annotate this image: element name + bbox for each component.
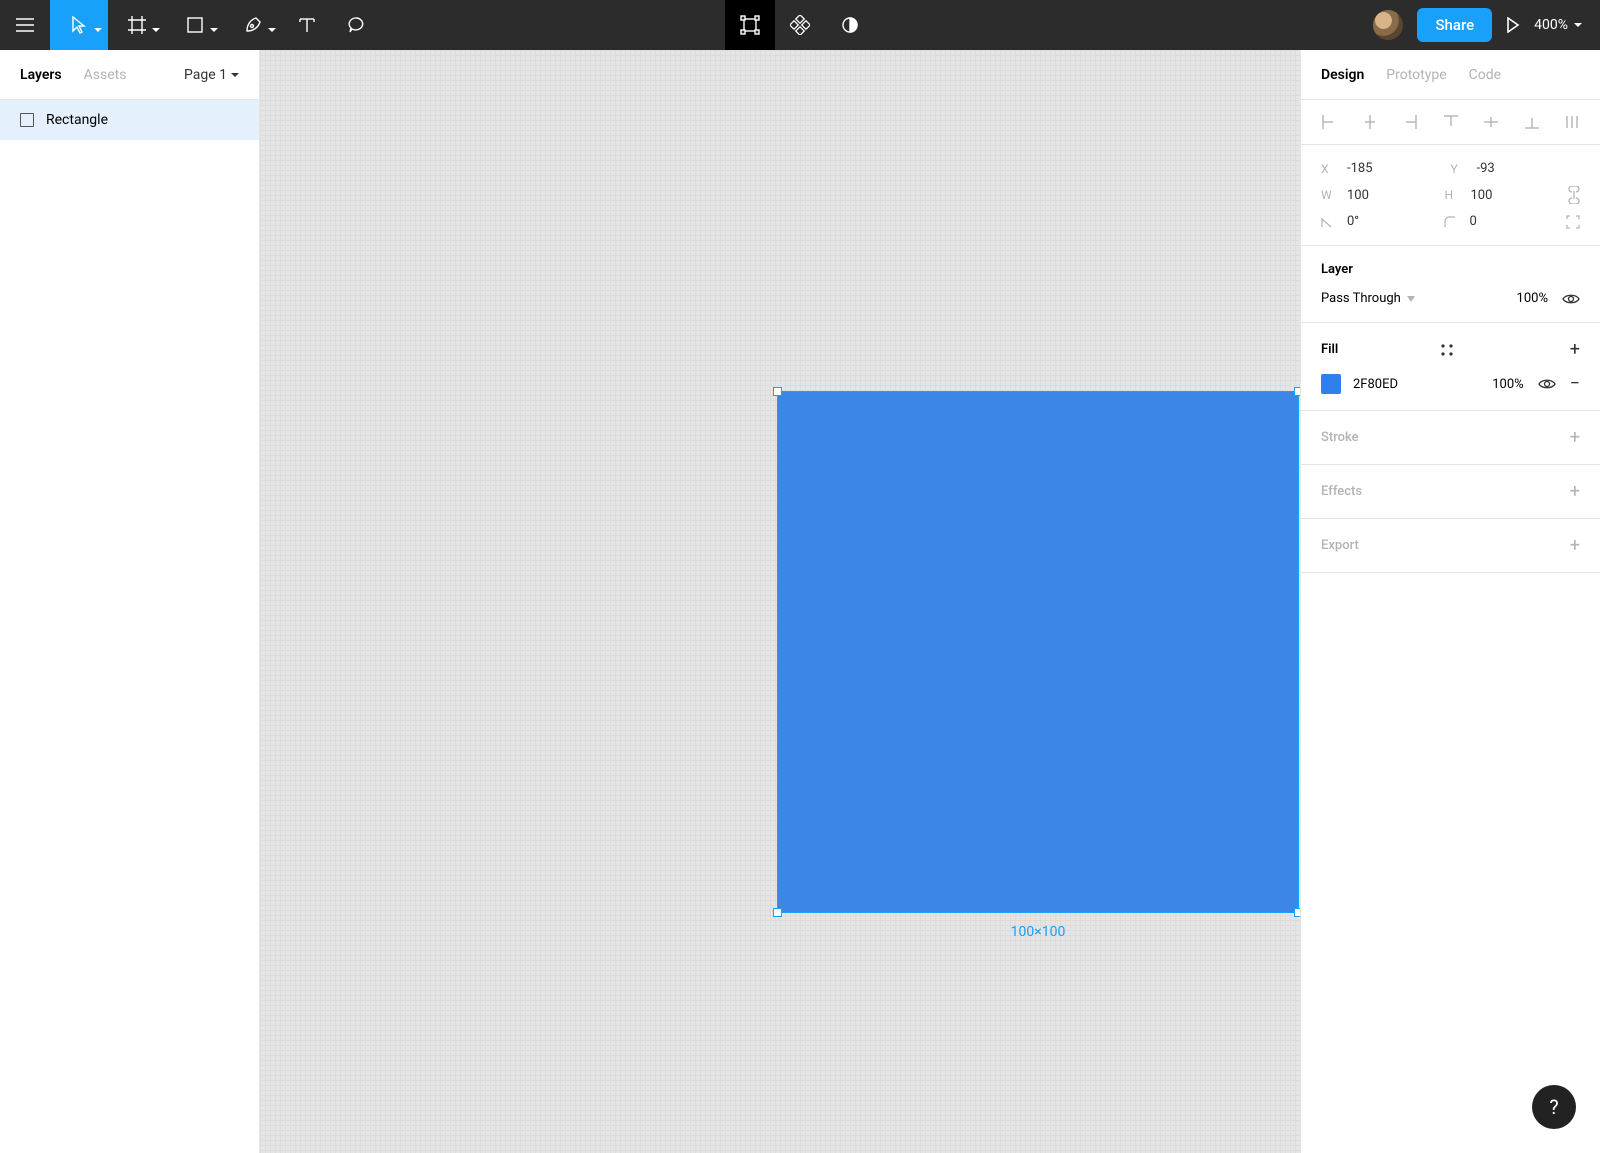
help-button[interactable]: ? — [1532, 1085, 1576, 1129]
section-export: Export+ — [1301, 519, 1600, 573]
layer-title: Layer — [1321, 262, 1580, 277]
corner-radius-field[interactable]: 0 — [1444, 214, 1567, 229]
page-selector[interactable]: Page 1 — [184, 67, 239, 83]
cursor-icon — [71, 16, 87, 34]
selection-dimensions: 100×100 — [1011, 924, 1066, 940]
x-field[interactable]: X-185 — [1321, 161, 1451, 176]
text-tool[interactable] — [282, 0, 332, 50]
independent-corners-icon[interactable] — [1566, 215, 1580, 229]
move-tool[interactable] — [50, 0, 108, 50]
layer-visibility-icon[interactable] — [1562, 293, 1580, 305]
rectangle-layer-icon — [20, 113, 34, 127]
selected-rectangle[interactable]: 100×100 — [778, 392, 1298, 912]
layer-row[interactable]: Rectangle — [0, 100, 259, 140]
pen-tool[interactable] — [224, 0, 282, 50]
align-bottom-icon[interactable] — [1524, 114, 1540, 130]
frame-tool[interactable] — [108, 0, 166, 50]
section-layer: Layer Pass Through 100% — [1301, 246, 1600, 323]
align-hcenter-icon[interactable] — [1362, 114, 1378, 130]
h-field[interactable]: H100 — [1445, 188, 1569, 203]
section-fill: Fill + 2F80ED 100% − — [1301, 323, 1600, 411]
user-avatar[interactable] — [1373, 10, 1403, 40]
resize-handle-tl[interactable] — [773, 387, 782, 396]
mask-tool[interactable] — [825, 0, 875, 50]
align-right-icon[interactable] — [1402, 114, 1418, 130]
align-left-icon[interactable] — [1321, 114, 1337, 130]
add-export-button[interactable]: + — [1570, 535, 1580, 556]
fill-swatch[interactable] — [1321, 374, 1341, 394]
align-vcenter-icon[interactable] — [1483, 114, 1499, 130]
shape-tool[interactable] — [166, 0, 224, 50]
rotation-field[interactable]: 0° — [1321, 214, 1444, 229]
zoom-selector[interactable]: 400% — [1534, 17, 1582, 33]
align-toolbar — [1301, 100, 1600, 145]
edit-object-tool[interactable] — [725, 0, 775, 50]
resize-handle-tr[interactable] — [1294, 387, 1300, 396]
right-panel: Design Prototype Code X-185 Y-93 W100 H1… — [1300, 50, 1600, 1153]
add-fill-button[interactable]: + — [1570, 339, 1580, 360]
components-icon — [790, 15, 810, 35]
play-icon — [1506, 17, 1520, 33]
distribute-icon[interactable] — [1564, 114, 1580, 130]
layer-opacity[interactable]: 100% — [1517, 291, 1548, 306]
add-stroke-button[interactable]: + — [1570, 427, 1580, 448]
tab-layers[interactable]: Layers — [20, 67, 62, 83]
tab-code[interactable]: Code — [1469, 67, 1501, 83]
fill-hex[interactable]: 2F80ED — [1353, 377, 1398, 392]
tab-assets[interactable]: Assets — [84, 67, 127, 83]
canvas[interactable]: 100×100 — [260, 50, 1300, 1153]
fill-opacity[interactable]: 100% — [1492, 377, 1523, 392]
top-toolbar: Share 400% Edit Object — [0, 0, 1600, 50]
section-stroke: Stroke+ — [1301, 411, 1600, 465]
resize-handle-bl[interactable] — [773, 908, 782, 917]
resize-handle-br[interactable] — [1294, 908, 1300, 917]
y-field[interactable]: Y-93 — [1451, 161, 1581, 176]
present-button[interactable] — [1506, 17, 1520, 33]
left-panel: Layers Assets Page 1 Rectangle — [0, 50, 260, 1153]
comment-tool[interactable] — [332, 0, 382, 50]
text-icon — [299, 17, 315, 33]
zoom-value: 400% — [1534, 17, 1568, 33]
hamburger-icon — [16, 18, 34, 32]
align-top-icon[interactable] — [1443, 114, 1459, 130]
fill-title: Fill — [1321, 342, 1338, 357]
w-field[interactable]: W100 — [1321, 188, 1445, 203]
section-transform: X-185 Y-93 W100 H100 0° 0 — [1301, 145, 1600, 246]
rectangle-icon — [187, 17, 203, 33]
share-button[interactable]: Share — [1417, 8, 1492, 42]
components-tool[interactable] — [775, 0, 825, 50]
layer-name: Rectangle — [46, 112, 108, 128]
blend-mode[interactable]: Pass Through — [1321, 291, 1415, 306]
tab-prototype[interactable]: Prototype — [1386, 67, 1446, 83]
mask-icon — [841, 16, 859, 34]
frame-icon — [128, 16, 146, 34]
menu-button[interactable] — [0, 0, 50, 50]
comment-icon — [348, 16, 366, 34]
link-dimensions-icon[interactable] — [1568, 186, 1580, 204]
fill-visibility-icon[interactable] — [1538, 378, 1556, 390]
fill-styles-icon[interactable] — [1441, 344, 1453, 356]
section-effects: Effects+ — [1301, 465, 1600, 519]
add-effect-button[interactable]: + — [1570, 481, 1580, 502]
edit-object-icon — [740, 15, 760, 35]
pen-icon — [244, 16, 262, 34]
tab-design[interactable]: Design — [1321, 67, 1364, 83]
